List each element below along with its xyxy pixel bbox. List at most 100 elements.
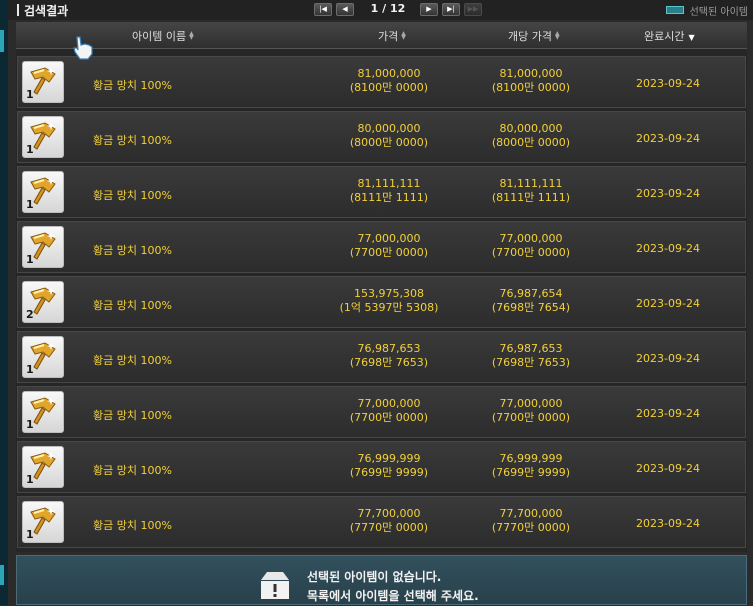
price-korean: (8000만 0000): [349, 136, 429, 149]
table-row[interactable]: 2 황금 망치 100% 153,975,308 (1억 5397만 5308) 76,…: [17, 276, 746, 328]
first-page-button[interactable]: |◀: [314, 3, 332, 16]
price-value: 76,999,999: [357, 452, 421, 465]
empty-box-icon: [261, 572, 289, 599]
price-korean: (1억 5397만 5308): [339, 301, 439, 314]
column-header-name[interactable]: 아이템 이름 ▲ ▼: [132, 28, 194, 44]
unit-price-korean: (7698만 7654): [491, 301, 571, 314]
item-unit-price: 77,700,000 (7770만 0000): [456, 507, 606, 535]
item-icon-slot: 1: [22, 391, 64, 433]
next-page-icon: ▶: [426, 5, 432, 13]
item-name: 황금 망치 100%: [93, 134, 172, 147]
unit-price-korean: (7770만 0000): [491, 521, 571, 534]
table-row[interactable]: 1 황금 망치 100% 81,000,000 (8100만 0000) 81,000,…: [17, 56, 746, 108]
item-icon-slot: 1: [22, 446, 64, 488]
unit-price-value: 77,700,000: [499, 507, 563, 520]
item-unit-price: 77,000,000 (7700만 0000): [456, 397, 606, 425]
section-title: 검색결과: [17, 2, 68, 19]
item-icon-slot: 1: [22, 61, 64, 103]
table-row[interactable]: 1 황금 망치 100% 77,700,000 (7770만 0000) 77,700,…: [17, 496, 746, 548]
unit-price-value: 77,000,000: [499, 232, 563, 245]
left-edge-strip: [0, 0, 8, 605]
item-icon-slot: 1: [22, 501, 64, 543]
unit-price-korean: (8100만 0000): [491, 81, 571, 94]
unit-price-korean: (7700만 0000): [491, 411, 571, 424]
unit-price-korean: (8111만 1111): [491, 191, 571, 204]
price-value: 80,000,000: [357, 122, 421, 135]
item-name: 황금 망치 100%: [93, 464, 172, 477]
column-header-unit-price[interactable]: 개당 가격 ▲ ▼: [508, 28, 560, 44]
price-korean: (7700만 0000): [349, 246, 429, 259]
selected-item-legend: 선택된 아이템: [665, 3, 748, 18]
page-indicator: 1 / 12: [370, 2, 406, 15]
item-unit-price: 81,111,111 (8111만 1111): [456, 177, 606, 205]
item-quantity: 1: [26, 143, 34, 156]
price-korean: (7699만 9999): [349, 466, 429, 479]
prev-page-button[interactable]: ◀: [336, 3, 354, 16]
item-quantity: 1: [26, 528, 34, 541]
last-page-button[interactable]: ▶|: [442, 3, 460, 16]
price-value: 81,111,111: [357, 177, 421, 190]
unit-price-korean: (7700만 0000): [491, 246, 571, 259]
completion-date: 2023-09-24: [636, 77, 700, 90]
column-header-completed[interactable]: 완료시간 ▼: [644, 28, 695, 44]
unit-price-korean: (8000만 0000): [491, 136, 571, 149]
last-page-icon: ▶|: [447, 5, 455, 13]
first-page-icon: |◀: [319, 5, 327, 13]
item-unit-price: 76,999,999 (7699만 9999): [456, 452, 606, 480]
price-value: 81,000,000: [357, 67, 421, 80]
item-price: 77,700,000 (7770만 0000): [314, 507, 464, 535]
table-row[interactable]: 1 황금 망치 100% 76,987,653 (7698만 7653) 76,987,…: [17, 331, 746, 383]
item-unit-price: 76,987,654 (7698만 7654): [456, 287, 606, 315]
table-row[interactable]: 1 황금 망치 100% 77,000,000 (7700만 0000) 77,000,…: [17, 221, 746, 273]
next-page-button[interactable]: ▶: [420, 3, 438, 16]
price-korean: (7698만 7653): [349, 356, 429, 369]
unit-price-value: 81,000,000: [499, 67, 563, 80]
item-price: 77,000,000 (7700만 0000): [314, 397, 464, 425]
prev-page-icon: ◀: [342, 5, 348, 13]
table-row[interactable]: 1 황금 망치 100% 77,000,000 (7700만 0000) 77,000,…: [17, 386, 746, 438]
unit-price-value: 76,987,654: [499, 287, 563, 300]
item-price: 81,111,111 (8111만 1111): [314, 177, 464, 205]
item-name: 황금 망치 100%: [93, 354, 172, 367]
item-icon-slot: 1: [22, 226, 64, 268]
item-price: 77,000,000 (7700만 0000): [314, 232, 464, 260]
item-unit-price: 76,987,653 (7698만 7653): [456, 342, 606, 370]
column-header-price[interactable]: 가격 ▲ ▼: [378, 28, 406, 44]
completion-date: 2023-09-24: [636, 462, 700, 475]
unit-price-value: 77,000,000: [499, 397, 563, 410]
price-korean: (8111만 1111): [349, 191, 429, 204]
hand-cursor-icon: [73, 36, 93, 60]
edge-marker: [0, 565, 4, 585]
no-selection-message: 선택된 아이템이 없습니다. 목록에서 아이템을 선택해 주세요.: [307, 570, 479, 603]
table-header: 아이템 이름 ▲ ▼ 가격 ▲ ▼ 개당 가격 ▲ ▼ 완료시간 ▼: [16, 22, 747, 49]
item-name: 황금 망치 100%: [93, 409, 172, 422]
item-name: 황금 망치 100%: [93, 189, 172, 202]
selected-swatch-icon: [665, 6, 684, 14]
item-price: 81,000,000 (8100만 0000): [314, 67, 464, 95]
completion-date: 2023-09-24: [636, 517, 700, 530]
price-korean: (7770만 0000): [349, 521, 429, 534]
completion-date: 2023-09-24: [636, 407, 700, 420]
unit-price-korean: (7698만 7653): [491, 356, 571, 369]
price-value: 76,987,653: [357, 342, 421, 355]
item-price: 80,000,000 (8000만 0000): [314, 122, 464, 150]
table-row[interactable]: 1 황금 망치 100% 80,000,000 (8000만 0000) 80,000,…: [17, 111, 746, 163]
item-icon-slot: 1: [22, 116, 64, 158]
price-value: 153,975,308: [354, 287, 424, 300]
price-korean: (7700만 0000): [349, 411, 429, 424]
table-row[interactable]: 1 황금 망치 100% 76,999,999 (7699만 9999) 76,999,…: [17, 441, 746, 493]
table-row[interactable]: 1 황금 망치 100% 81,111,111 (8111만 1111) 81,111,…: [17, 166, 746, 218]
sort-icon: ▲ ▼: [189, 30, 194, 41]
item-name: 황금 망치 100%: [93, 519, 172, 532]
item-price: 76,999,999 (7699만 9999): [314, 452, 464, 480]
unit-price-value: 76,987,653: [499, 342, 563, 355]
item-icon-slot: 2: [22, 281, 64, 323]
sort-desc-icon: ▼: [688, 33, 695, 42]
skip-button[interactable]: ▶▶: [464, 3, 482, 16]
completion-date: 2023-09-24: [636, 242, 700, 255]
title-bar-icon: [17, 4, 19, 16]
unit-price-value: 76,999,999: [499, 452, 563, 465]
results-header-bar: 검색결과 |◀ ◀ 1 / 12 ▶ ▶| ▶▶ 선택된 아이템: [8, 0, 753, 20]
skip-icon: ▶▶: [467, 5, 479, 13]
price-korean: (8100만 0000): [349, 81, 429, 94]
